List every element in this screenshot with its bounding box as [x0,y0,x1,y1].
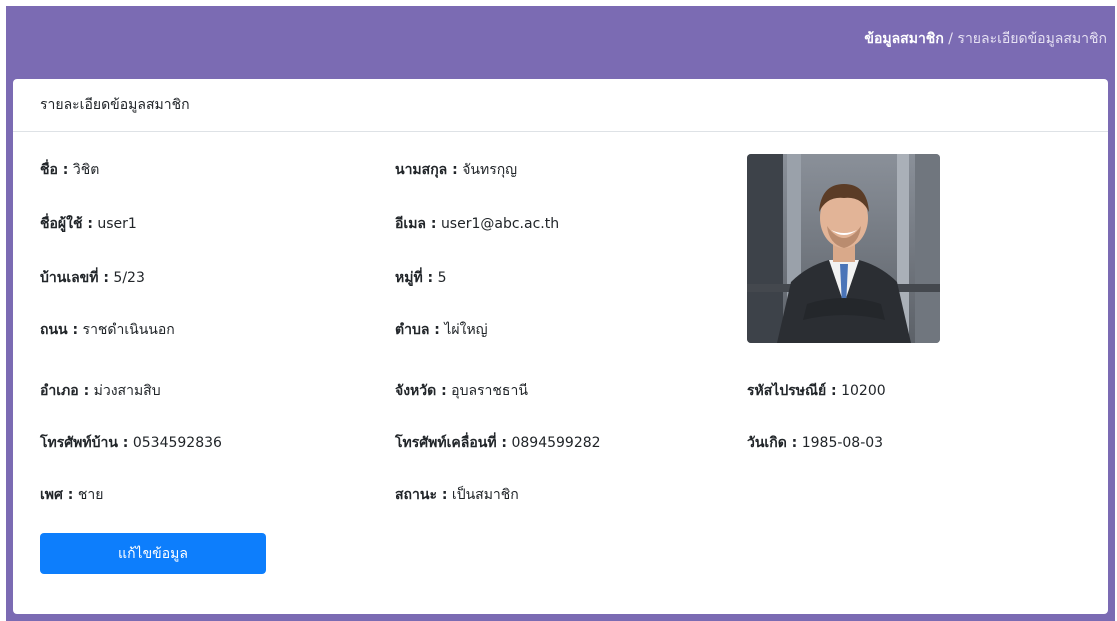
card-title: รายละเอียดข้อมูลสมาชิก [40,97,190,113]
field-road: ถนน : ราชดำเนินนอก [40,319,175,341]
field-value: ชาย [77,487,104,503]
field-house-no: บ้านเลขที่ : 5/23 [40,267,145,289]
field-label: อำเภอ : [40,383,90,399]
field-last-name: นามสกุล : จันทรกุญ [395,159,517,181]
field-username: ชื่อผู้ใช้ : user1 [40,213,137,235]
field-value: user1 [97,216,137,232]
field-label: ถนน : [40,322,79,338]
field-first-name: ชื่อ : วิชิต [40,159,99,181]
field-birthdate: วันเกิด : 1985-08-03 [747,432,883,454]
breadcrumb-item: รายละเอียดข้อมูลสมาชิก [957,31,1107,47]
field-village-no: หมู่ที่ : 5 [395,267,447,289]
field-label: รหัสไปรษณีย์ : [747,383,837,399]
field-label: เพศ : [40,487,74,503]
field-label: อีเมล : [395,216,437,232]
field-value: จันทรกุญ [462,162,518,178]
field-label: ชื่อ : [40,162,69,178]
field-subdistrict: ตำบล : ไผ่ใหญ่ [395,319,488,341]
field-value: ราชดำเนินนอก [82,322,175,338]
member-photo [747,154,940,343]
field-label: จังหวัด : [395,383,447,399]
field-value: 5/23 [113,270,145,286]
field-label: หมู่ที่ : [395,270,434,286]
field-value: 0894599282 [511,435,601,451]
breadcrumb-current[interactable]: ข้อมูลสมาชิก [864,31,943,47]
field-status: สถานะ : เป็นสมาชิก [395,484,519,506]
field-label: บ้านเลขที่ : [40,270,109,286]
field-gender: เพศ : ชาย [40,484,103,506]
member-detail-card: รายละเอียดข้อมูลสมาชิก ชื่อ : วิชิต นามส… [13,79,1108,614]
field-value: เป็นสมาชิก [451,487,519,503]
field-value: ไผ่ใหญ่ [444,322,488,338]
field-label: วันเกิด : [747,435,798,451]
field-home-phone: โทรศัพท์บ้าน : 0534592836 [40,432,222,454]
breadcrumb: ข้อมูลสมาชิก / รายละเอียดข้อมูลสมาชิก [864,28,1107,50]
field-value: 10200 [841,383,886,399]
edit-profile-button[interactable]: แก้ไขข้อมูล [40,533,266,574]
field-value: 1985-08-03 [801,435,884,451]
field-value: ม่วงสามสิบ [93,383,161,399]
field-label: สถานะ : [395,487,448,503]
field-label: โทรศัพท์เคลื่อนที่ : [395,435,508,451]
field-value: 0534592836 [132,435,222,451]
field-postcode: รหัสไปรษณีย์ : 10200 [747,380,886,402]
field-label: ตำบล : [395,322,440,338]
card-header: รายละเอียดข้อมูลสมาชิก [13,79,1108,132]
field-value: อุบลราชธานี [451,383,528,399]
field-email: อีเมล : user1@abc.ac.th [395,213,559,235]
breadcrumb-separator: / [948,31,953,47]
field-value: 5 [437,270,447,286]
field-label: นามสกุล : [395,162,458,178]
field-label: โทรศัพท์บ้าน : [40,435,129,451]
field-value: user1@abc.ac.th [440,216,560,232]
field-district: อำเภอ : ม่วงสามสิบ [40,380,161,402]
field-value: วิชิต [72,162,100,178]
field-mobile-phone: โทรศัพท์เคลื่อนที่ : 0894599282 [395,432,601,454]
field-label: ชื่อผู้ใช้ : [40,216,93,232]
field-province: จังหวัด : อุบลราชธานี [395,380,528,402]
